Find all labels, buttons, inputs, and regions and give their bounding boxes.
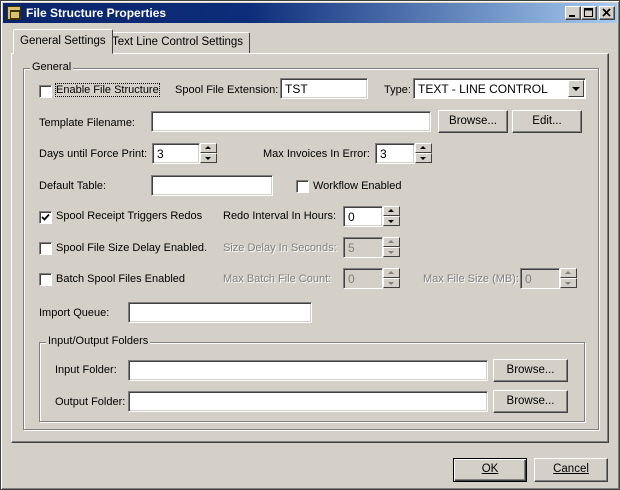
output-folder-browse-button[interactable]: Browse...: [493, 390, 568, 413]
tab-label: General Settings: [20, 35, 106, 47]
spin-down-icon: [383, 247, 400, 257]
spin-down-icon[interactable]: [200, 153, 217, 163]
max-invoices-in-error-stepper[interactable]: [415, 143, 432, 164]
size-delay-in-seconds-label: Size Delay In Seconds:: [223, 242, 337, 254]
default-table-label: Default Table:: [39, 180, 107, 192]
minimize-icon: [569, 15, 575, 17]
spin-down-icon[interactable]: [415, 153, 432, 163]
template-filename-label: Template Filename:: [39, 117, 135, 129]
max-file-size-stepper: [560, 268, 577, 289]
maximize-button[interactable]: [581, 6, 597, 20]
checkmark-icon: [41, 213, 50, 221]
general-group-title: General: [30, 61, 74, 73]
batch-spool-files-checkbox[interactable]: [39, 273, 52, 286]
app-icon: [7, 6, 21, 20]
redo-interval-in-hours-field[interactable]: 0: [343, 206, 383, 227]
workflow-enabled-checkbox[interactable]: [296, 180, 309, 193]
ok-button[interactable]: OK: [453, 458, 527, 482]
type-label: Type:: [384, 84, 411, 96]
dialog-window: File Structure Properties General Settin…: [0, 0, 620, 490]
output-folder-label: Output Folder:: [55, 396, 126, 408]
redo-interval-in-hours-stepper[interactable]: [383, 206, 400, 227]
close-button[interactable]: [599, 6, 615, 20]
spin-up-icon: [383, 237, 400, 247]
max-batch-file-count-field: 0: [343, 268, 383, 289]
spin-down-icon[interactable]: [383, 216, 400, 226]
spin-up-icon[interactable]: [200, 143, 217, 153]
workflow-enabled-label[interactable]: Workflow Enabled: [313, 180, 401, 192]
spin-up-icon[interactable]: [415, 143, 432, 153]
redo-interval-in-hours-label: Redo Interval In Hours:: [223, 210, 337, 222]
template-browse-button[interactable]: Browse...: [438, 110, 508, 133]
max-file-size-label: Max File Size (MB):: [423, 273, 519, 285]
close-icon: [602, 8, 611, 17]
days-until-force-print-field[interactable]: 3: [152, 143, 200, 164]
input-folder-label: Input Folder:: [55, 364, 117, 376]
spin-up-icon: [383, 268, 400, 278]
spin-up-icon[interactable]: [383, 206, 400, 216]
type-select[interactable]: TEXT - LINE CONTROL: [413, 78, 586, 99]
default-table-field[interactable]: [151, 175, 273, 196]
input-folder-field[interactable]: [128, 360, 488, 381]
enable-file-structure-checkbox[interactable]: [39, 85, 52, 98]
ok-button-label: OK: [481, 463, 499, 475]
input-folder-browse-button[interactable]: Browse...: [493, 359, 568, 382]
window-title: File Structure Properties: [26, 6, 167, 20]
max-file-size-field: 0: [520, 268, 560, 289]
tab-general-settings[interactable]: General Settings: [13, 29, 113, 54]
max-invoices-in-error-label: Max Invoices In Error:: [263, 148, 370, 160]
spool-file-extension-field[interactable]: TST: [280, 78, 368, 99]
days-until-force-print-stepper[interactable]: [200, 143, 217, 164]
general-settings-panel: General Enable File Structure Spool File…: [11, 53, 609, 443]
spool-file-extension-label: Spool File Extension:: [175, 84, 279, 96]
spool-receipt-triggers-redos-checkbox[interactable]: [39, 211, 52, 224]
cancel-button[interactable]: Cancel: [534, 458, 608, 482]
output-folder-field[interactable]: [128, 391, 488, 412]
io-folders-group-title: Input/Output Folders: [46, 335, 151, 347]
spin-down-icon: [560, 278, 577, 288]
chevron-down-icon[interactable]: [568, 80, 584, 97]
spin-up-icon: [560, 268, 577, 278]
spool-receipt-triggers-redos-label[interactable]: Spool Receipt Triggers Redos: [56, 210, 202, 222]
size-delay-in-seconds-stepper: [383, 237, 400, 258]
import-queue-label: Import Queue:: [39, 307, 110, 319]
template-edit-button[interactable]: Edit...: [512, 110, 582, 133]
max-batch-file-count-stepper: [383, 268, 400, 289]
cancel-button-label: Cancel: [553, 463, 589, 475]
minimize-button[interactable]: [565, 6, 581, 20]
maximize-icon: [584, 8, 593, 17]
type-select-value: TEXT - LINE CONTROL: [418, 82, 548, 96]
title-bar[interactable]: File Structure Properties: [3, 3, 617, 23]
max-batch-file-count-label: Max Batch File Count:: [223, 273, 332, 285]
tab-text-line-control-settings[interactable]: Text Line Control Settings: [105, 32, 251, 54]
max-invoices-in-error-field[interactable]: 3: [375, 143, 415, 164]
enable-file-structure-label[interactable]: Enable File Structure: [55, 83, 160, 97]
size-delay-in-seconds-field: 5: [343, 237, 383, 258]
template-filename-field[interactable]: [151, 111, 431, 132]
days-until-force-print-label: Days until Force Print:: [39, 148, 148, 160]
spool-file-size-delay-label[interactable]: Spool File Size Delay Enabled.: [56, 242, 207, 254]
import-queue-field[interactable]: [128, 302, 312, 323]
spin-down-icon: [383, 278, 400, 288]
batch-spool-files-label[interactable]: Batch Spool Files Enabled: [56, 273, 185, 285]
spool-file-size-delay-checkbox[interactable]: [39, 242, 52, 255]
tab-label: Text Line Control Settings: [112, 36, 244, 48]
